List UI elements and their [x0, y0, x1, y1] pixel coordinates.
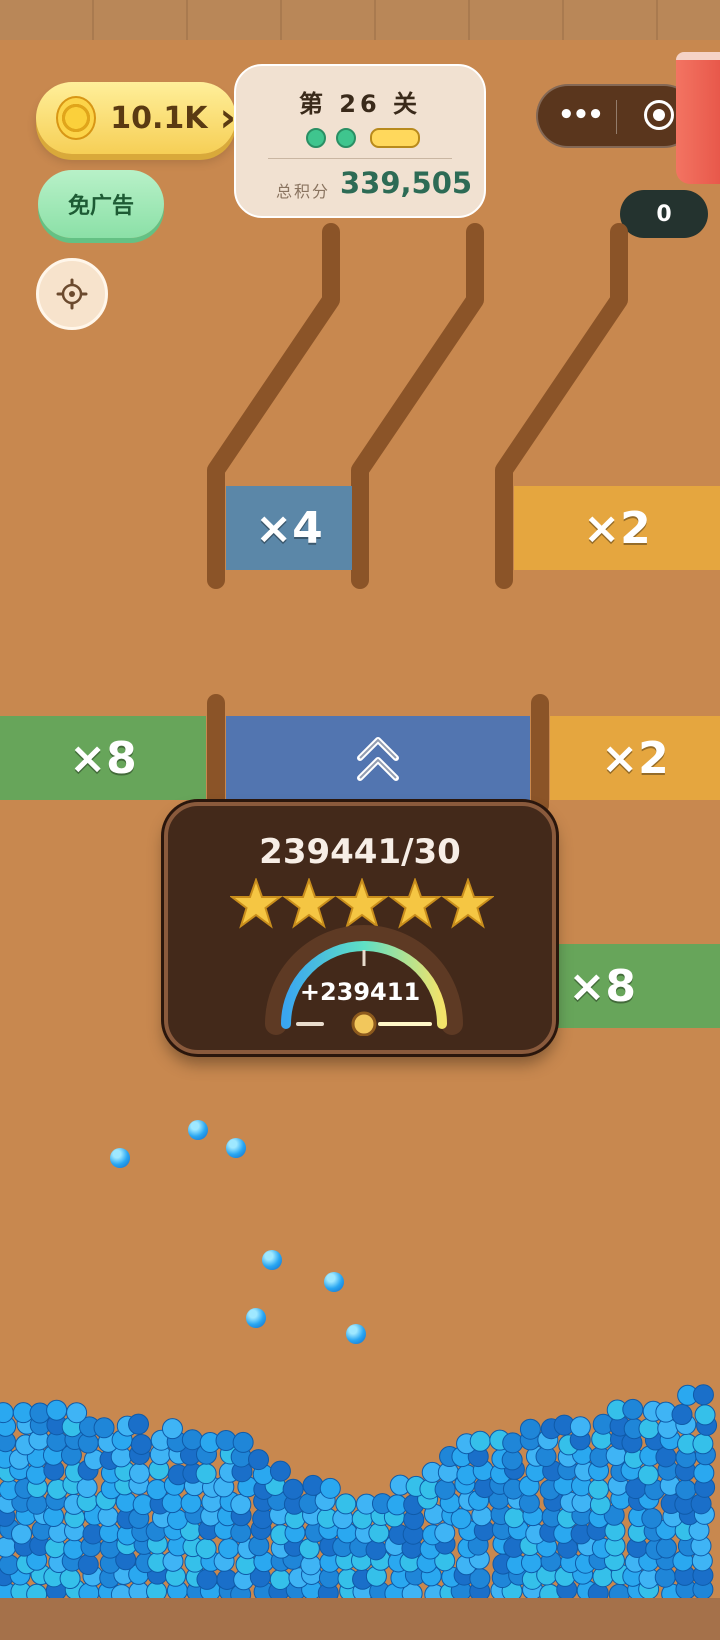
multiplier-zone-x8: ×8 [0, 716, 206, 800]
ball [230, 1494, 252, 1516]
ball [93, 1417, 115, 1439]
ball [434, 1522, 456, 1544]
ball [324, 1272, 344, 1292]
ball-pile [0, 1384, 718, 1600]
coin-amount: 10.1K [110, 100, 208, 136]
ball [346, 1324, 366, 1344]
star-icon [443, 879, 493, 927]
ball [519, 1418, 541, 1440]
ball [694, 1404, 716, 1426]
ball [335, 1493, 357, 1515]
star-rating [231, 879, 493, 927]
ball [655, 1537, 677, 1559]
divider [616, 100, 617, 134]
ball [692, 1384, 714, 1406]
ball [226, 1138, 246, 1158]
ball [161, 1418, 183, 1440]
ball-cup [676, 52, 720, 184]
ball [269, 1568, 291, 1590]
bottom-wood-strip [0, 1598, 720, 1640]
divider-wall [531, 694, 549, 814]
ball [196, 1568, 218, 1590]
ball [675, 1479, 697, 1501]
ball [638, 1418, 660, 1440]
mini-program-menu: ••• [536, 84, 696, 148]
ball [502, 1432, 524, 1454]
ball [66, 1402, 88, 1424]
ball [671, 1404, 693, 1426]
ball [130, 1433, 152, 1455]
ball [637, 1464, 659, 1486]
ball [302, 1474, 324, 1496]
level-title: 第 26 关 [298, 90, 422, 118]
total-score-value: 339,505 [340, 166, 473, 200]
ball [128, 1413, 150, 1435]
ball [180, 1492, 202, 1514]
ball [129, 1462, 151, 1484]
star-icon [231, 879, 281, 927]
ball [181, 1429, 203, 1451]
ball [269, 1460, 291, 1482]
divider-wall [207, 694, 225, 814]
star-icon [284, 879, 334, 927]
ball [622, 1398, 644, 1420]
ball [469, 1430, 491, 1452]
ball [146, 1479, 168, 1501]
ball [195, 1463, 217, 1485]
ball [195, 1538, 217, 1560]
ball [63, 1538, 85, 1560]
star-icon [337, 879, 387, 927]
ball [434, 1478, 456, 1500]
ball [503, 1507, 525, 1529]
ball [641, 1507, 663, 1529]
score-ratio: 239441/30 [259, 832, 461, 872]
ball [46, 1399, 68, 1421]
ball [246, 1308, 266, 1328]
ball [282, 1478, 304, 1500]
level-progress-dot [336, 128, 356, 148]
top-wood-strip [0, 0, 720, 40]
ball [692, 1433, 714, 1455]
ball [587, 1478, 609, 1500]
score-gain: +239411 [299, 978, 421, 1006]
close-target-icon[interactable] [644, 100, 674, 130]
ball [11, 1523, 33, 1545]
ball [77, 1554, 99, 1576]
ball [110, 1148, 130, 1168]
multiplier-zone-x4: ×4 [226, 486, 352, 570]
total-score-label: 总积分 [276, 182, 331, 201]
coin-icon [56, 96, 97, 140]
ball [319, 1477, 341, 1499]
level-panel: 第 26 关 总积分 339,505 [234, 64, 486, 218]
ball [368, 1522, 390, 1544]
ball [569, 1416, 591, 1438]
boost-zone [226, 716, 530, 800]
ball [262, 1250, 282, 1270]
double-chevron-up-icon [357, 737, 399, 781]
ball [248, 1449, 270, 1471]
more-options-icon[interactable]: ••• [558, 100, 604, 130]
coin-balance-button[interactable]: 10.1K › [36, 82, 236, 154]
ball [232, 1431, 254, 1453]
level-progress-dot [306, 128, 326, 148]
divider [268, 158, 452, 159]
multiplier-zone-x2-right: ×2 [550, 716, 720, 800]
ball [693, 1462, 715, 1484]
multiplier-zone-x2: ×2 [514, 486, 720, 570]
star-icon [390, 879, 440, 927]
ball [188, 1120, 208, 1140]
score-result-panel: 239441/30 +239411 [164, 802, 556, 1054]
level-progress-current [370, 128, 420, 148]
